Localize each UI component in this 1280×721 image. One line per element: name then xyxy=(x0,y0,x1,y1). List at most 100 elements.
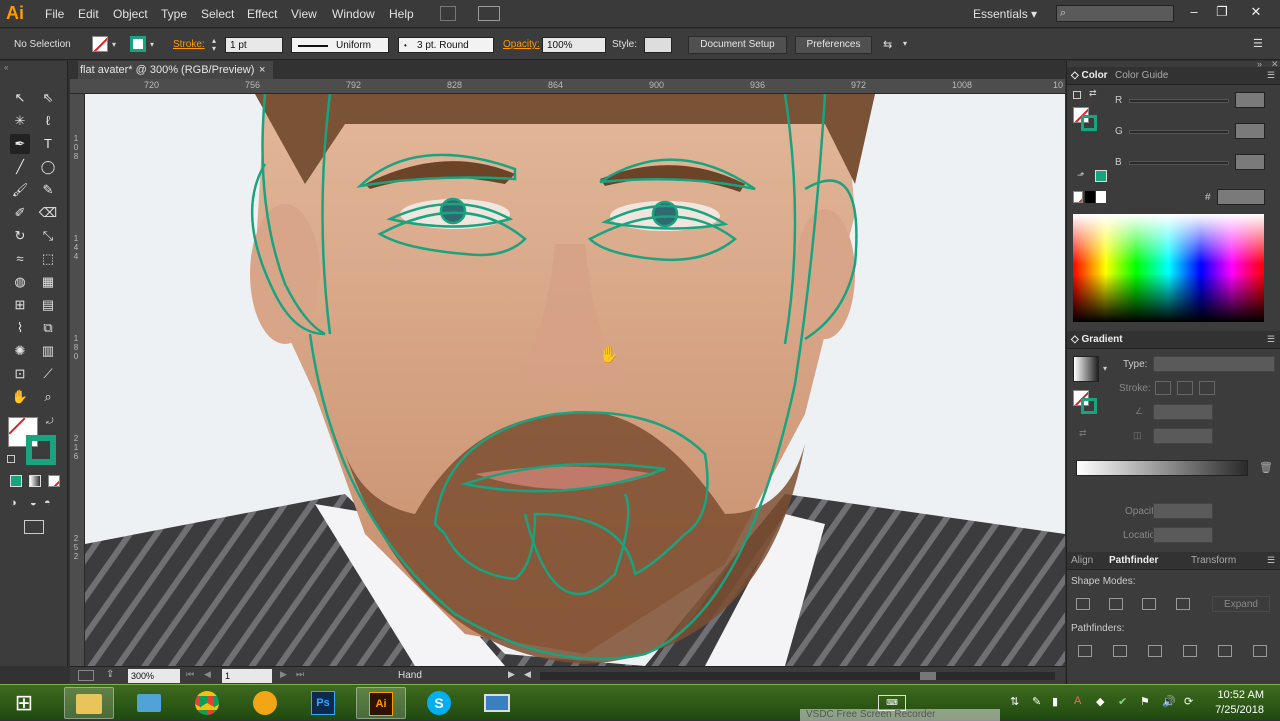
color-default-icon[interactable] xyxy=(1073,91,1081,99)
stroke-label[interactable]: Stroke: xyxy=(173,39,205,50)
warp-tool-icon[interactable]: ≈ xyxy=(10,249,30,269)
tray-sync-icon[interactable]: ⟳ xyxy=(1184,695,1193,708)
menu-effect[interactable]: Effect xyxy=(247,7,277,21)
scroll-thumb[interactable] xyxy=(920,672,936,680)
color-stroke-swatch[interactable] xyxy=(1081,115,1097,131)
first-artboard-icon[interactable]: ⏮ xyxy=(186,669,194,680)
menu-select[interactable]: Select xyxy=(201,7,234,21)
status-menu-icon[interactable]: ▶ xyxy=(508,669,515,680)
tab-color[interactable]: ◇ Color xyxy=(1071,70,1108,81)
pencil-tool-icon[interactable]: ✎ xyxy=(38,180,58,200)
artboard-tool-icon[interactable]: ⊡ xyxy=(10,364,30,384)
exclude-icon[interactable] xyxy=(1176,598,1190,610)
gradient-opacity-field[interactable] xyxy=(1153,503,1213,519)
divide-icon[interactable] xyxy=(1078,645,1092,657)
tray-window-icon[interactable]: ▮ xyxy=(1052,695,1058,708)
hex-value-field[interactable] xyxy=(1217,189,1265,205)
chevron-down-icon[interactable]: ▾ xyxy=(112,40,116,49)
collapse-tools-icon[interactable]: « xyxy=(4,63,8,72)
horizontal-scrollbar[interactable] xyxy=(540,672,1055,680)
brush-definition[interactable]: • 3 pt. Round xyxy=(398,37,494,53)
minus-back-icon[interactable] xyxy=(1253,645,1267,657)
direct-selection-tool-icon[interactable]: ⇖ xyxy=(38,88,58,108)
minimize-button[interactable]: – xyxy=(1180,2,1208,22)
stroke-weight-stepper[interactable]: ▴ ▾ xyxy=(212,37,224,53)
opacity-label[interactable]: Opacity: xyxy=(503,39,540,50)
chevron-down-icon[interactable]: ▾ xyxy=(1103,364,1107,373)
volume-icon[interactable]: 🔊 xyxy=(1162,695,1176,708)
tab-color-guide[interactable]: Color Guide xyxy=(1115,70,1168,81)
color-swap-icon[interactable]: ⇄ xyxy=(1089,88,1097,99)
channel-g-slider[interactable] xyxy=(1129,130,1229,134)
artboard-canvas[interactable]: ✋ xyxy=(85,94,1065,666)
draw-inside-icon[interactable]: ◓ xyxy=(44,497,51,509)
tray-pen-icon[interactable]: ✎ xyxy=(1032,695,1041,708)
symbol-sprayer-tool-icon[interactable]: ✺ xyxy=(10,341,30,361)
color-mode-icon[interactable] xyxy=(10,475,22,487)
line-tool-icon[interactable]: ╱ xyxy=(10,157,30,177)
graphic-style-swatch[interactable] xyxy=(644,37,672,53)
gradient-stroke-swatch[interactable] xyxy=(1081,398,1097,414)
out-of-gamut-icon[interactable]: ⬏ xyxy=(1077,170,1085,181)
tray-dropbox-icon[interactable]: ◆ xyxy=(1096,695,1104,708)
free-transform-tool-icon[interactable]: ⬚ xyxy=(38,249,58,269)
workspace-switcher[interactable]: Essentials ▾ xyxy=(973,7,1037,21)
tray-acrobat-icon[interactable]: A xyxy=(1074,695,1081,707)
draw-behind-icon[interactable]: ◒ xyxy=(30,497,37,509)
outline-icon[interactable] xyxy=(1218,645,1232,657)
swap-fill-stroke-icon[interactable]: ⤾ xyxy=(46,416,54,427)
menu-file[interactable]: File xyxy=(45,7,64,21)
trim-icon[interactable] xyxy=(1113,645,1127,657)
zoom-tool-icon[interactable]: ⌕ xyxy=(38,387,58,407)
menu-view[interactable]: View xyxy=(291,7,317,21)
media-player-icon[interactable] xyxy=(240,687,290,719)
stroke-gradient-across-icon[interactable] xyxy=(1199,381,1215,395)
screen-mode-icon[interactable] xyxy=(24,520,44,534)
lasso-tool-icon[interactable]: ℓ xyxy=(38,111,58,131)
last-artboard-icon[interactable]: ⏭ xyxy=(296,669,304,680)
color-none-swatch[interactable] xyxy=(1073,191,1083,203)
gradient-tool-icon[interactable]: ▤ xyxy=(38,295,58,315)
share-icon[interactable]: ⇪ xyxy=(106,669,114,680)
perspective-grid-tool-icon[interactable]: ▦ xyxy=(38,272,58,292)
gradient-slider[interactable] xyxy=(1076,460,1248,476)
gradient-thumbnail[interactable] xyxy=(1073,356,1099,382)
shape-builder-tool-icon[interactable]: ◍ xyxy=(10,272,30,292)
photoshop-icon[interactable]: Ps xyxy=(298,687,348,719)
close-button[interactable]: ✕ xyxy=(1242,2,1270,22)
previous-artboard-icon[interactable]: ◀ xyxy=(204,669,211,680)
channel-r-slider[interactable] xyxy=(1129,99,1229,103)
eyedropper-tool-icon[interactable]: ⌇ xyxy=(10,318,30,338)
paintbrush-tool-icon[interactable]: 🖌 xyxy=(10,180,30,200)
clock-time[interactable]: 10:52 AM xyxy=(1194,689,1264,701)
delete-stop-icon[interactable]: 🗑 xyxy=(1259,461,1273,474)
minus-front-icon[interactable] xyxy=(1109,598,1123,610)
expand-button[interactable]: Expand xyxy=(1212,596,1270,612)
search-help-input[interactable]: ⌕ xyxy=(1056,5,1174,22)
tools-stroke-swatch[interactable] xyxy=(26,435,56,465)
default-colors-icon[interactable] xyxy=(7,455,15,463)
chrome-icon[interactable] xyxy=(182,687,232,719)
crop-icon[interactable] xyxy=(1183,645,1197,657)
panel-menu-icon[interactable]: ☰ xyxy=(1267,70,1275,81)
draw-mode-icon[interactable]: ◑ xyxy=(10,497,17,509)
channel-b-slider[interactable] xyxy=(1129,161,1229,165)
photo-viewer-icon[interactable] xyxy=(472,687,522,719)
stroke-gradient-within-icon[interactable] xyxy=(1155,381,1171,395)
menu-object[interactable]: Object xyxy=(113,7,148,21)
type-tool-icon[interactable]: T xyxy=(38,134,58,154)
panel-menu-icon[interactable]: ☰ xyxy=(1253,37,1263,50)
scroll-left-icon[interactable]: ◀ xyxy=(524,669,531,680)
clock-date[interactable]: 7/25/2018 xyxy=(1194,704,1264,716)
menu-edit[interactable]: Edit xyxy=(78,7,99,21)
gradient-location-field[interactable] xyxy=(1153,527,1213,543)
skype-icon[interactable]: S xyxy=(414,687,464,719)
menu-window[interactable]: Window xyxy=(332,7,375,21)
bridge-icon[interactable] xyxy=(440,6,456,21)
stroke-swatch[interactable] xyxy=(130,36,146,52)
document-tab[interactable]: flat avater* @ 300% (RGB/Preview) × xyxy=(78,61,273,79)
column-graph-tool-icon[interactable]: ▥ xyxy=(38,341,58,361)
menu-type[interactable]: Type xyxy=(161,7,187,21)
tab-align[interactable]: Align xyxy=(1071,555,1093,566)
fill-swatch[interactable] xyxy=(92,36,108,52)
